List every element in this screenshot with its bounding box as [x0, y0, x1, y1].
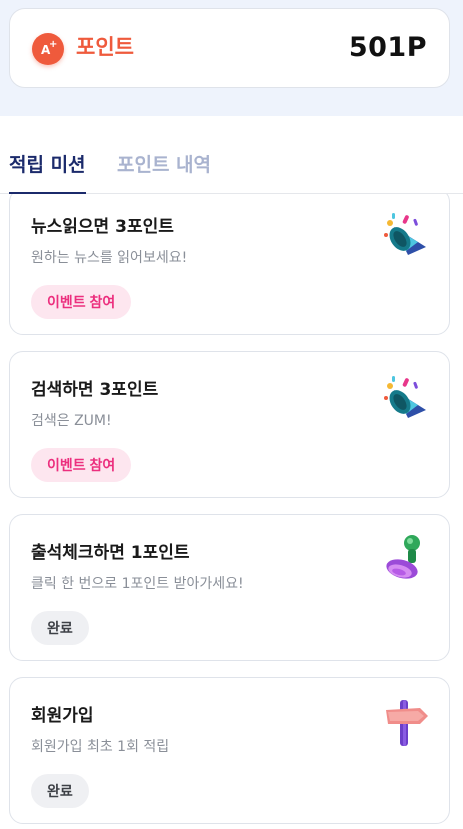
party-popper-icon	[384, 376, 426, 418]
point-label: 포인트	[76, 35, 134, 59]
stamp-icon	[386, 535, 420, 579]
signpost-icon	[386, 700, 428, 746]
mission-desc: 클릭 한 번으로 1포인트 받아가세요!	[31, 576, 244, 592]
mission-title: 출석체크하면 1포인트	[31, 543, 190, 563]
tab-point-history[interactable]: 포인트 내역	[117, 150, 211, 194]
mission-title: 검색하면 3포인트	[31, 380, 159, 400]
completed-button[interactable]: 완료	[31, 611, 89, 645]
mission-card-attendance: 출석체크하면 1포인트 클릭 한 번으로 1포인트 받아가세요! 완료	[9, 514, 450, 661]
mission-desc: 회원가입 최초 1회 적립	[31, 739, 170, 755]
point-card: A + 포인트 501P	[9, 8, 450, 88]
party-popper-icon	[384, 213, 426, 255]
mission-desc: 원하는 뉴스를 읽어보세요!	[31, 250, 188, 266]
mission-card-news: 뉴스읽으면 3포인트 원하는 뉴스를 읽어보세요! 이벤트 참여	[9, 194, 450, 335]
mission-title: 뉴스읽으면 3포인트	[31, 217, 174, 237]
point-value: 501P	[348, 32, 427, 63]
mission-title: 회원가입	[31, 706, 94, 726]
event-join-button[interactable]: 이벤트 참여	[31, 285, 132, 319]
event-join-button[interactable]: 이벤트 참여	[31, 448, 132, 482]
mission-desc: 검색은 ZUM!	[31, 413, 112, 429]
svg-text:+: +	[49, 39, 57, 50]
mission-card-signup: 회원가입 회원가입 최초 1회 적립 완료	[9, 677, 450, 824]
tab-earn-missions[interactable]: 적립 미션	[9, 150, 86, 194]
mission-card-search: 검색하면 3포인트 검색은 ZUM! 이벤트 참여	[9, 351, 450, 498]
point-badge-icon: A +	[32, 33, 64, 65]
tab-bar: 적립 미션 포인트 내역	[0, 146, 463, 194]
point-summary-area: A + 포인트 501P	[0, 0, 463, 116]
mission-list[interactable]: 뉴스읽으면 3포인트 원하는 뉴스를 읽어보세요! 이벤트 참여 검색하면 3포…	[0, 194, 463, 829]
completed-button[interactable]: 완료	[31, 774, 89, 808]
